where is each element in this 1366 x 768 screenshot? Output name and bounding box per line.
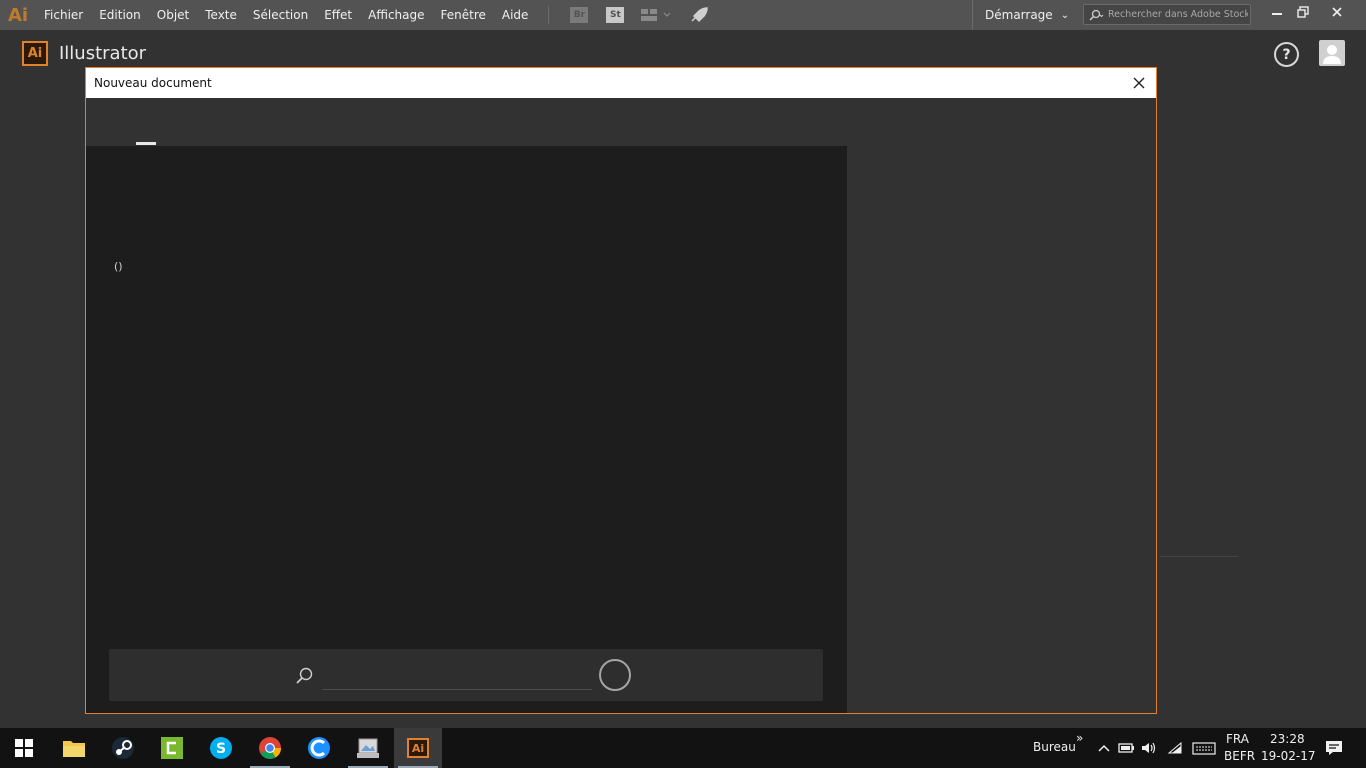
stock-search-input[interactable] (1108, 9, 1248, 20)
menu-effet[interactable]: Effet (316, 0, 360, 30)
taskbar-skype[interactable]: S (197, 728, 245, 768)
dialog-close-button[interactable] (1130, 74, 1148, 92)
taskbar-chrome[interactable] (246, 728, 294, 768)
volume-icon[interactable] (1140, 740, 1158, 756)
background-divider (1160, 556, 1238, 557)
preset-count-label: () (114, 260, 123, 273)
dialog-title: Nouveau document (94, 76, 212, 90)
menu-affichage[interactable]: Affichage (360, 0, 432, 30)
bridge-icon: Br (570, 7, 589, 23)
menu-fenetre[interactable]: Fenêtre (433, 0, 494, 30)
menu-selection[interactable]: Sélection (245, 0, 316, 30)
tray-toolbar-chevron-icon[interactable]: » (1076, 731, 1083, 745)
taskbar-file-explorer[interactable] (50, 728, 98, 768)
picture-viewer-icon (357, 738, 379, 758)
taskbar-image-viewer[interactable] (344, 728, 392, 768)
workspace-label: Démarrage (985, 8, 1053, 22)
template-search-bar (109, 649, 823, 701)
blue-c-app-icon (308, 737, 330, 759)
illustrator-logo: Ai (22, 41, 48, 66)
show-hidden-icons-icon[interactable] (1095, 740, 1113, 756)
green-app-icon (161, 737, 183, 759)
menu-fichier[interactable]: Fichier (36, 0, 91, 30)
search-icon (1089, 9, 1104, 21)
menu-texte[interactable]: Texte (197, 0, 245, 30)
dialog-tab-bar (86, 98, 1156, 146)
restore-button[interactable] (1288, 0, 1318, 24)
stock-icon: St (606, 7, 625, 23)
tray-desktop-label[interactable]: Bureau (1033, 740, 1076, 754)
wifi-icon[interactable] (1166, 740, 1184, 756)
new-document-dialog: Nouveau document () (85, 67, 1157, 714)
windows-taskbar: S Ai Bureau » FRA BEFR 23:28 19-02-17 (0, 728, 1366, 768)
search-icon (296, 667, 313, 684)
notifications-icon[interactable] (1324, 740, 1344, 756)
taskbar-camtasia[interactable] (148, 728, 196, 768)
battery-icon[interactable] (1117, 740, 1135, 756)
chevron-down-icon: ⌄ (1060, 9, 1070, 21)
close-icon (1332, 7, 1342, 17)
user-avatar-icon[interactable] (1319, 40, 1345, 66)
app-menu-logo[interactable]: Ai (0, 0, 36, 30)
rocket-icon (691, 7, 709, 23)
minimize-icon (1272, 13, 1282, 15)
gpu-performance-button[interactable] (688, 5, 710, 25)
menu-items: Fichier Edition Objet Texte Sélection Ef… (36, 0, 717, 30)
menu-bar: Ai Fichier Edition Objet Texte Sélection… (0, 0, 1366, 30)
clock-date[interactable]: 19-02-17 (1261, 749, 1315, 763)
arrange-documents-button[interactable] (640, 5, 674, 25)
go-button-circle[interactable] (599, 659, 631, 691)
taskbar-illustrator[interactable]: Ai (394, 728, 442, 768)
preset-details-panel (847, 146, 1156, 713)
active-tab-indicator[interactable] (136, 142, 156, 145)
illustrator-taskbar-icon: Ai (407, 738, 429, 758)
chrome-icon (259, 737, 281, 759)
steam-icon (112, 737, 134, 759)
restore-icon (1297, 6, 1309, 18)
keyboard-icon[interactable] (1192, 740, 1216, 756)
menu-aide[interactable]: Aide (494, 0, 537, 30)
taskbar-ccleaner[interactable] (295, 728, 343, 768)
help-icon[interactable]: ? (1274, 42, 1299, 67)
menu-separator (548, 6, 550, 24)
folder-icon (63, 741, 85, 757)
windows-logo-icon (15, 739, 33, 757)
svg-text:S: S (216, 741, 226, 757)
close-app-button[interactable] (1322, 0, 1352, 24)
app-title: Illustrator (59, 43, 147, 64)
start-button[interactable] (0, 728, 48, 768)
keyboard-layout-code[interactable]: BEFR (1224, 749, 1255, 763)
close-icon (1133, 77, 1145, 89)
dialog-titlebar: Nouveau document (86, 68, 1156, 98)
stock-search-box[interactable] (1083, 4, 1251, 25)
menu-objet[interactable]: Objet (149, 0, 197, 30)
menu-edition[interactable]: Edition (91, 0, 149, 30)
workspace-switcher[interactable]: Démarrage ⌄ (972, 0, 1069, 30)
language-code[interactable]: FRA (1226, 732, 1249, 746)
bridge-button[interactable]: Br (568, 5, 590, 25)
arrange-documents-icon (641, 9, 671, 21)
template-search-input[interactable] (322, 661, 592, 690)
person-icon (1323, 45, 1341, 64)
clock-time[interactable]: 23:28 (1270, 732, 1305, 746)
presets-panel: () (86, 146, 847, 713)
skype-icon: S (210, 737, 232, 759)
stock-button[interactable]: St (604, 5, 626, 25)
taskbar-steam[interactable] (99, 728, 147, 768)
